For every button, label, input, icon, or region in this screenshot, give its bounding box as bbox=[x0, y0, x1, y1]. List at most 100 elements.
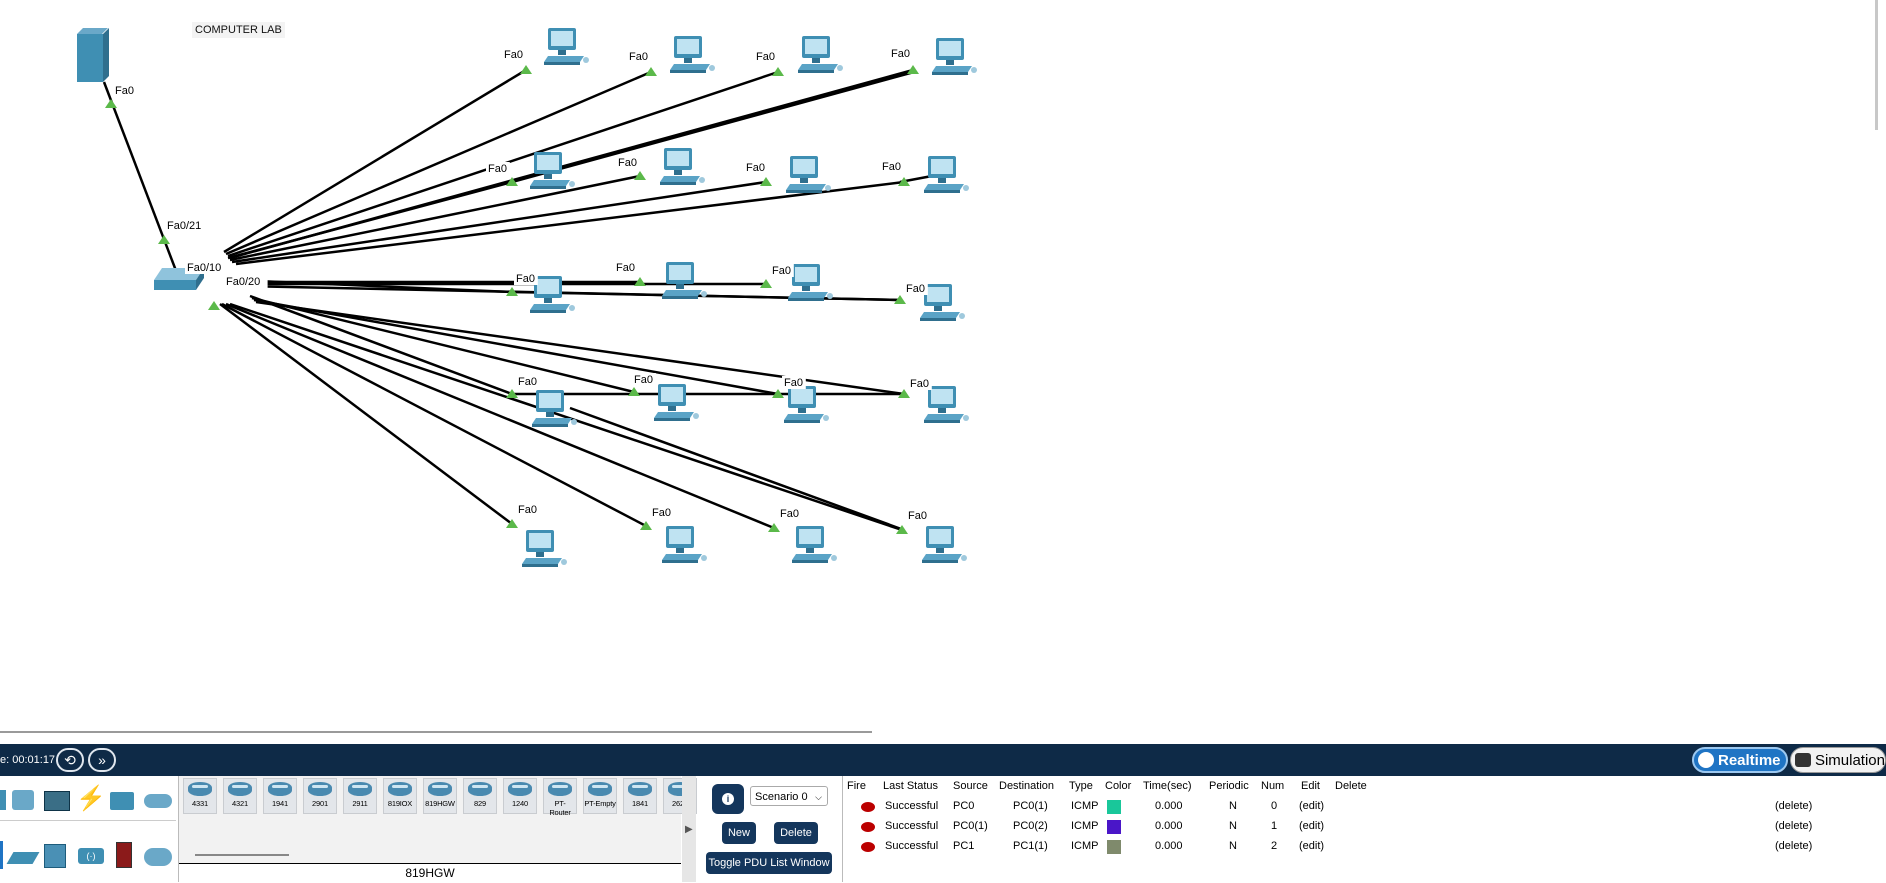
delete-scenario-button[interactable]: Delete bbox=[774, 822, 818, 844]
device-819hgw[interactable]: 819HGW bbox=[423, 778, 457, 814]
cell-num: 0 bbox=[1271, 800, 1278, 812]
pc-icon-1[interactable] bbox=[670, 36, 715, 73]
cell-delete[interactable]: (delete) bbox=[1775, 820, 1812, 832]
router-icon bbox=[228, 782, 252, 796]
simulation-icon bbox=[1795, 753, 1811, 767]
device-pt-router[interactable]: PT-Router bbox=[543, 778, 577, 817]
link-status-indicator bbox=[645, 67, 657, 76]
scenario-select[interactable]: Scenario 0 ⌵ bbox=[750, 786, 828, 806]
fast-forward-icon[interactable]: » bbox=[88, 748, 116, 772]
scenario-panel: i Scenario 0 ⌵ New Delete Toggle PDU Lis… bbox=[698, 776, 840, 882]
pc-port-label: Fa0 bbox=[772, 265, 791, 277]
realtime-mode-button[interactable]: Realtime bbox=[1692, 747, 1788, 773]
component-icon[interactable] bbox=[44, 788, 70, 814]
folder-icon[interactable] bbox=[110, 788, 136, 814]
wireless-icon[interactable]: (·) bbox=[78, 844, 104, 870]
pc-link-extra bbox=[511, 70, 915, 184]
device-1240[interactable]: 1240 bbox=[503, 778, 537, 814]
router-icon bbox=[388, 782, 412, 796]
device-label: 2901 bbox=[312, 799, 328, 808]
header-fire: Fire bbox=[847, 780, 866, 792]
device-829[interactable]: 829 bbox=[463, 778, 497, 814]
fire-button[interactable] bbox=[861, 822, 875, 832]
hub-icon[interactable] bbox=[44, 844, 70, 870]
device-1841[interactable]: 1841 bbox=[623, 778, 657, 814]
header-edit: Edit bbox=[1301, 780, 1320, 792]
device-list-panel: 4331 4321 1941 2901 2911 819IOX 819HGW 829 1240 P… bbox=[178, 776, 697, 883]
switch-icon[interactable] bbox=[6, 844, 40, 870]
pc-icon-9[interactable] bbox=[662, 262, 707, 299]
pc-icon-3[interactable] bbox=[932, 38, 977, 75]
pc-port-label: Fa0 bbox=[616, 262, 635, 274]
pc-icon-16[interactable] bbox=[522, 530, 567, 567]
device-819iox[interactable]: 819IOX bbox=[383, 778, 417, 814]
header-destination: Destination bbox=[999, 780, 1055, 792]
pc-icon-17[interactable] bbox=[662, 526, 707, 563]
link-status-indicator bbox=[520, 65, 532, 74]
router-icon bbox=[188, 782, 212, 796]
cell-delete[interactable]: (delete) bbox=[1775, 840, 1812, 852]
device-4321[interactable]: 4321 bbox=[223, 778, 257, 814]
bottom-control-bar: e: 00:01:17 ⟲ » Realtime Simulation bbox=[0, 744, 1886, 776]
cell-destination: PC1(1) bbox=[1013, 840, 1048, 852]
reset-clock-icon[interactable]: ⟲ bbox=[56, 748, 84, 772]
fire-button[interactable] bbox=[861, 842, 875, 852]
security-icon[interactable] bbox=[116, 842, 142, 868]
cell-source: PC0(1) bbox=[953, 820, 988, 832]
time-readout: e: 00:01:17 bbox=[0, 754, 56, 766]
device-4331[interactable]: 4331 bbox=[183, 778, 217, 814]
pc-port-label: Fa0 bbox=[891, 48, 910, 60]
cell-edit[interactable]: (edit) bbox=[1299, 800, 1324, 812]
pc-icon-4[interactable] bbox=[530, 152, 575, 189]
pc-link-6 bbox=[231, 180, 767, 264]
pdu-color-swatch bbox=[1107, 800, 1121, 814]
router-icon bbox=[308, 782, 332, 796]
device-1941[interactable]: 1941 bbox=[263, 778, 297, 814]
cell-time: 0.000 bbox=[1155, 800, 1183, 812]
device-2911[interactable]: 2911 bbox=[343, 778, 377, 814]
device-pt-empty[interactable]: PT-Empty bbox=[583, 778, 617, 814]
pc-icon-14[interactable] bbox=[784, 386, 829, 423]
device-label: 1841 bbox=[632, 799, 648, 808]
device-2901[interactable]: 2901 bbox=[303, 778, 337, 814]
link-status-indicator bbox=[640, 521, 652, 530]
cell-type: ICMP bbox=[1071, 800, 1099, 812]
scenario-select-value: Scenario 0 bbox=[755, 791, 808, 803]
cell-delete[interactable]: (delete) bbox=[1775, 800, 1812, 812]
cell-edit[interactable]: (edit) bbox=[1299, 840, 1324, 852]
workspace-horizontal-scrollbar[interactable] bbox=[0, 731, 872, 733]
pc-icon-15[interactable] bbox=[924, 386, 969, 423]
workspace-scrollbar[interactable] bbox=[1875, 0, 1878, 130]
topology-canvas[interactable]: Fa0 Fa0 Fa0 Fa0 Fa0 Fa0 Fa0 Fa0 Fa0 Fa0 … bbox=[0, 0, 1886, 728]
new-scenario-button[interactable]: New bbox=[722, 822, 756, 844]
pc-link-5 bbox=[229, 174, 641, 262]
pc-icon-7[interactable] bbox=[924, 156, 969, 193]
pc-icon-10[interactable] bbox=[788, 264, 833, 301]
cloud-icon[interactable] bbox=[144, 788, 172, 814]
pc-icon-18[interactable] bbox=[792, 526, 837, 563]
device-label: 829 bbox=[474, 799, 486, 808]
info-icon[interactable]: i bbox=[712, 784, 744, 814]
connection-lightning-icon[interactable]: ⚡ bbox=[76, 786, 106, 812]
pc-icon-13[interactable] bbox=[654, 384, 699, 421]
panel-expand-arrow[interactable]: ▶ bbox=[682, 776, 696, 882]
pc-icon-6[interactable] bbox=[786, 156, 831, 193]
pc-icon-2[interactable] bbox=[798, 36, 843, 73]
network-device-icon[interactable] bbox=[12, 788, 38, 814]
server-icon[interactable] bbox=[77, 28, 109, 82]
cell-edit[interactable]: (edit) bbox=[1299, 820, 1324, 832]
toggle-pdu-list-button[interactable]: Toggle PDU List Window bbox=[706, 852, 832, 874]
simulation-mode-button[interactable]: Simulation bbox=[1790, 747, 1886, 773]
pc-icon-5[interactable] bbox=[660, 148, 705, 185]
router-icon bbox=[508, 782, 532, 796]
pc-icon-19[interactable] bbox=[922, 526, 967, 563]
pc-link-12 bbox=[249, 294, 513, 396]
router-icon bbox=[348, 782, 372, 796]
network-workspace[interactable]: COMPUTER LAB Fa0 Fa0 Fa0 Fa0 Fa0 Fa0 Fa0… bbox=[0, 0, 1886, 728]
fire-button[interactable] bbox=[861, 802, 875, 812]
device-list-scrollbar[interactable] bbox=[195, 854, 289, 856]
header-num: Num bbox=[1261, 780, 1285, 792]
device-label: PT-Empty bbox=[584, 799, 616, 808]
wan-cloud-icon[interactable] bbox=[144, 844, 172, 870]
pc-icon-0[interactable] bbox=[544, 28, 589, 65]
